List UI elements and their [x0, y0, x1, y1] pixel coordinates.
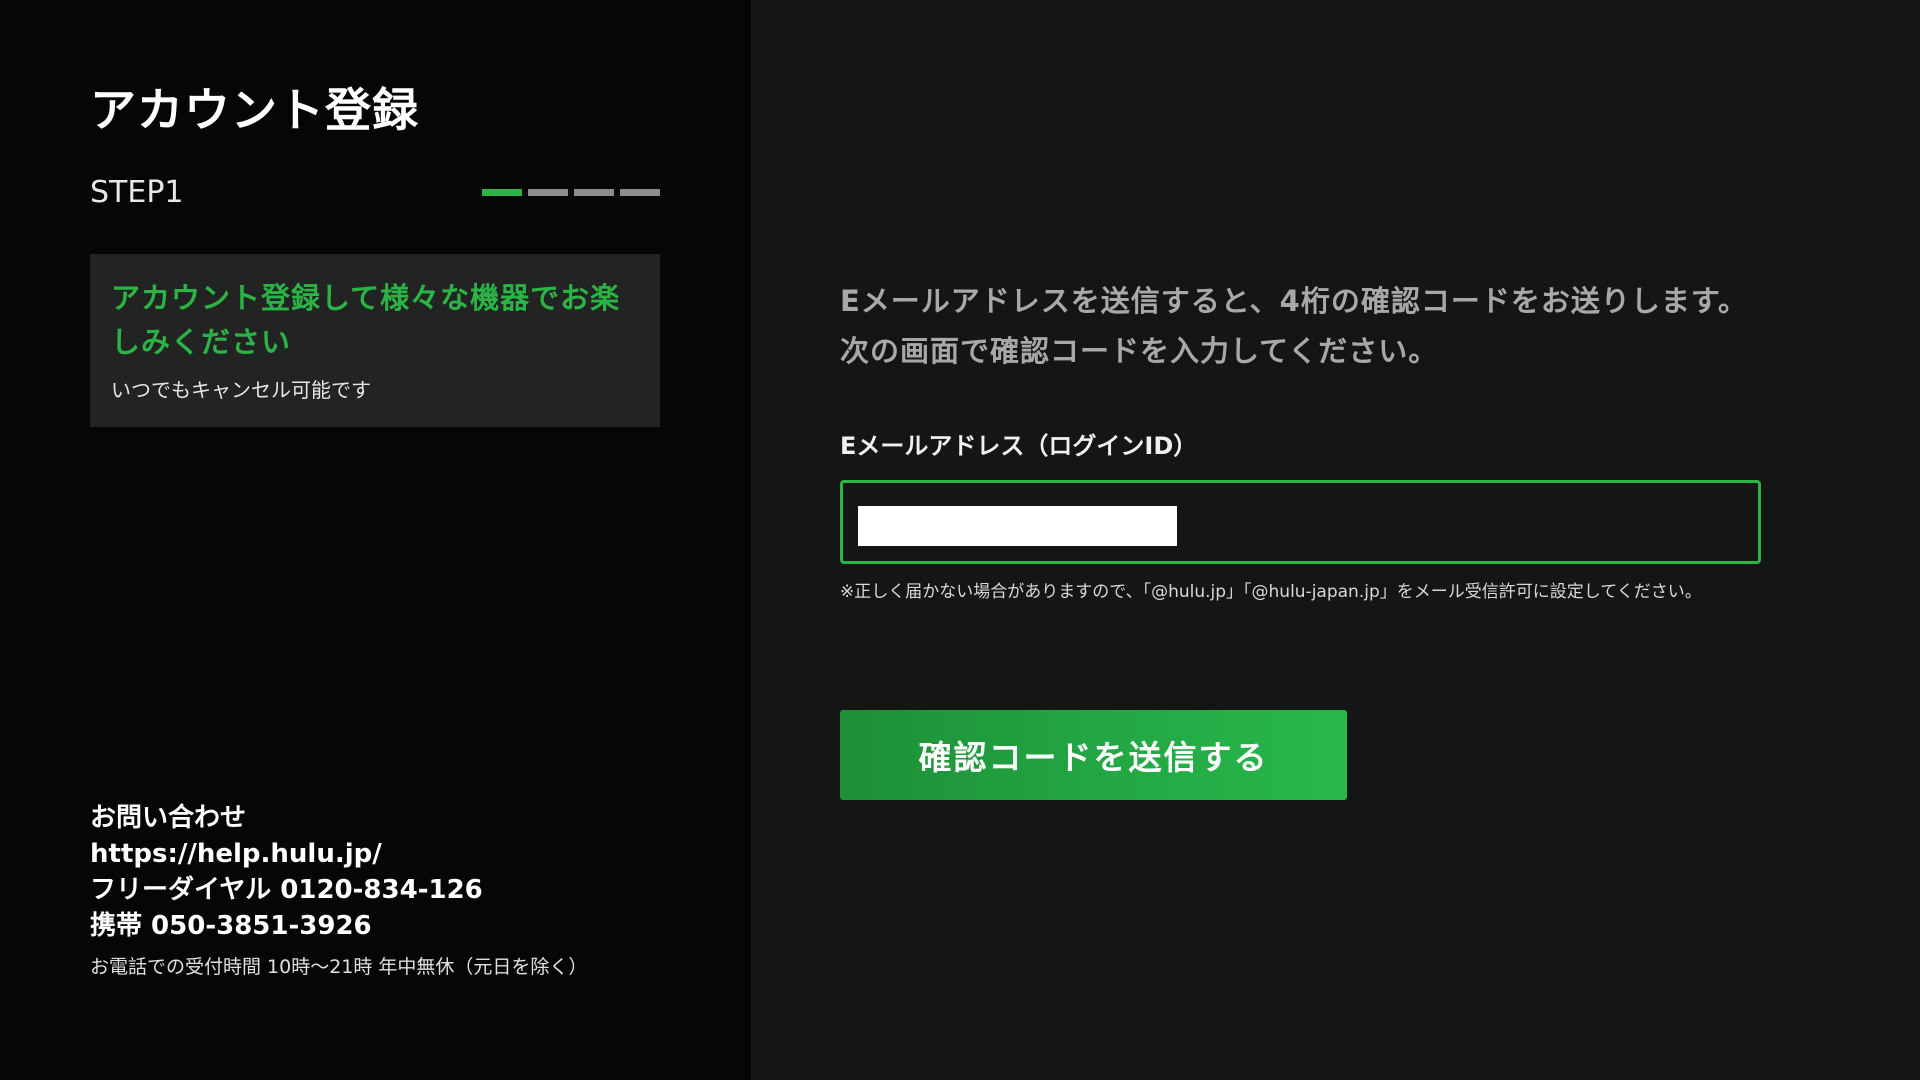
freedial-number: フリーダイヤル 0120-834-126 [90, 875, 483, 905]
page-title: アカウント登録 [90, 83, 419, 137]
step-segment-4 [620, 189, 660, 196]
contact-info: お問い合わせ https://help.hulu.jp/ フリーダイヤル 012… [90, 800, 587, 980]
help-url: https://help.hulu.jp/ [90, 839, 382, 869]
account-registration-screen: アカウント登録 STEP1 アカウント登録して様々な機器でお楽しみください いつ… [0, 0, 1920, 1080]
email-field-label: Eメールアドレス（ログインID） [840, 432, 1198, 460]
step-progress-indicator [482, 189, 660, 196]
promo-subtitle: いつでもキャンセル可能です [111, 378, 371, 402]
promo-title: アカウント登録して様々な機器でお楽しみください [111, 281, 621, 359]
instruction-line-1: Eメールアドレスを送信すると、4桁の確認コードをお送りします。 [840, 284, 1748, 318]
email-field-value[interactable] [858, 506, 1177, 546]
step-label: STEP1 [90, 175, 184, 210]
email-field-note: ※正しく届かない場合がありますので、「@hulu.jp」「@hulu-japan… [840, 582, 1702, 602]
instruction-line-2: 次の画面で確認コードを入力してください。 [840, 334, 1439, 368]
step-segment-3 [574, 189, 614, 196]
instruction-text: Eメールアドレスを送信すると、4桁の確認コードをお送りします。 次の画面で確認コ… [840, 276, 1840, 376]
email-field[interactable] [840, 480, 1761, 564]
step-segment-1 [482, 189, 522, 196]
phone-hours: お電話での受付時間 10時〜21時 年中無休（元日を除く） [90, 956, 588, 978]
left-panel: アカウント登録 STEP1 アカウント登録して様々な機器でお楽しみください いつ… [0, 0, 751, 1080]
contact-heading: お問い合わせ [90, 803, 247, 833]
mobile-number: 携帯 050-3851-3926 [90, 911, 372, 941]
promo-card: アカウント登録して様々な機器でお楽しみください いつでもキャンセル可能です [90, 254, 660, 427]
send-code-button[interactable]: 確認コードを送信する [840, 710, 1347, 800]
step-segment-2 [528, 189, 568, 196]
